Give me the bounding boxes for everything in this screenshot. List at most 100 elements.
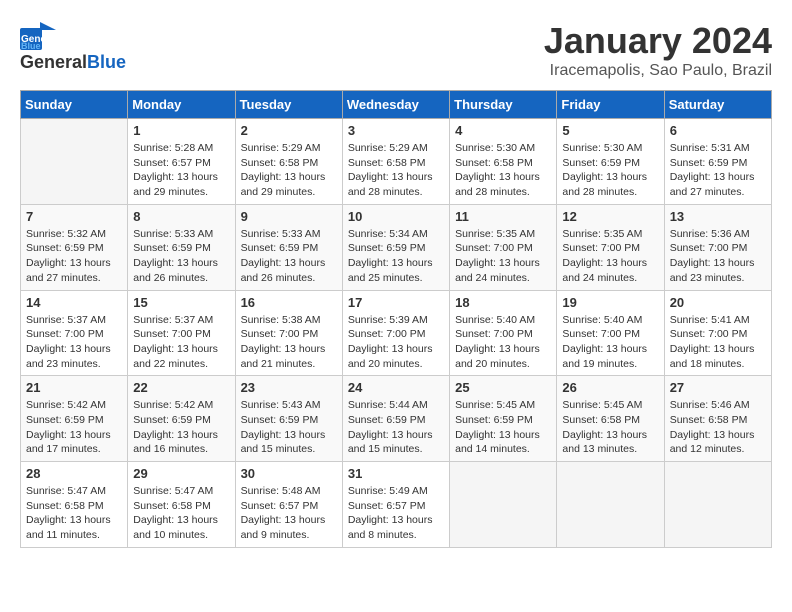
day-info: Sunrise: 5:39 AMSunset: 7:00 PMDaylight:… [348,314,433,370]
day-number: 22 [133,380,229,395]
logo-icon: General Blue [20,20,56,50]
day-info: Sunrise: 5:34 AMSunset: 6:59 PMDaylight:… [348,228,433,284]
day-number: 1 [133,123,229,138]
day-number: 13 [670,209,766,224]
day-number: 19 [562,295,658,310]
weekday-header-thursday: Thursday [450,91,557,119]
day-info: Sunrise: 5:28 AMSunset: 6:57 PMDaylight:… [133,142,218,198]
calendar-cell: 30 Sunrise: 5:48 AMSunset: 6:57 PMDayligh… [235,462,342,548]
day-number: 17 [348,295,444,310]
calendar-cell: 17 Sunrise: 5:39 AMSunset: 7:00 PMDayligh… [342,290,449,376]
calendar-cell: 18 Sunrise: 5:40 AMSunset: 7:00 PMDayligh… [450,290,557,376]
weekday-header-tuesday: Tuesday [235,91,342,119]
day-number: 26 [562,380,658,395]
calendar-cell: 20 Sunrise: 5:41 AMSunset: 7:00 PMDayligh… [664,290,771,376]
day-number: 6 [670,123,766,138]
calendar-cell: 28 Sunrise: 5:47 AMSunset: 6:58 PMDayligh… [21,462,128,548]
calendar-cell: 3 Sunrise: 5:29 AMSunset: 6:58 PMDaylight… [342,119,449,205]
day-info: Sunrise: 5:42 AMSunset: 6:59 PMDaylight:… [133,399,218,455]
day-number: 12 [562,209,658,224]
day-info: Sunrise: 5:43 AMSunset: 6:59 PMDaylight:… [241,399,326,455]
day-number: 7 [26,209,122,224]
day-info: Sunrise: 5:36 AMSunset: 7:00 PMDaylight:… [670,228,755,284]
weekday-header-monday: Monday [128,91,235,119]
day-info: Sunrise: 5:33 AMSunset: 6:59 PMDaylight:… [241,228,326,284]
day-info: Sunrise: 5:48 AMSunset: 6:57 PMDaylight:… [241,485,326,541]
calendar-cell [450,462,557,548]
calendar-cell [557,462,664,548]
day-info: Sunrise: 5:38 AMSunset: 7:00 PMDaylight:… [241,314,326,370]
day-info: Sunrise: 5:35 AMSunset: 7:00 PMDaylight:… [455,228,540,284]
day-number: 29 [133,466,229,481]
svg-text:Blue: Blue [21,41,41,50]
calendar-cell: 9 Sunrise: 5:33 AMSunset: 6:59 PMDaylight… [235,204,342,290]
day-number: 24 [348,380,444,395]
day-info: Sunrise: 5:30 AMSunset: 6:59 PMDaylight:… [562,142,647,198]
day-info: Sunrise: 5:37 AMSunset: 7:00 PMDaylight:… [26,314,111,370]
day-number: 10 [348,209,444,224]
calendar-cell: 27Sunrise: 5:46 AMSunset: 6:58 PMDayligh… [664,376,771,462]
day-info: Sunrise: 5:30 AMSunset: 6:58 PMDaylight:… [455,142,540,198]
day-info: Sunrise: 5:29 AMSunset: 6:58 PMDaylight:… [348,142,433,198]
day-info: Sunrise: 5:45 AMSunset: 6:59 PMDaylight:… [455,399,540,455]
calendar-cell: 23 Sunrise: 5:43 AMSunset: 6:59 PMDayligh… [235,376,342,462]
calendar-cell: 12 Sunrise: 5:35 AMSunset: 7:00 PMDayligh… [557,204,664,290]
calendar-cell: 14Sunrise: 5:37 AMSunset: 7:00 PMDayligh… [21,290,128,376]
day-number: 4 [455,123,551,138]
calendar-table: SundayMondayTuesdayWednesdayThursdayFrid… [20,90,772,548]
day-info: Sunrise: 5:41 AMSunset: 7:00 PMDaylight:… [670,314,755,370]
day-info: Sunrise: 5:44 AMSunset: 6:59 PMDaylight:… [348,399,433,455]
day-number: 30 [241,466,337,481]
calendar-cell: 7Sunrise: 5:32 AMSunset: 6:59 PMDaylight… [21,204,128,290]
day-info: Sunrise: 5:35 AMSunset: 7:00 PMDaylight:… [562,228,647,284]
calendar-cell: 2Sunrise: 5:29 AMSunset: 6:58 PMDaylight… [235,119,342,205]
day-info: Sunrise: 5:40 AMSunset: 7:00 PMDaylight:… [455,314,540,370]
weekday-header-saturday: Saturday [664,91,771,119]
day-info: Sunrise: 5:42 AMSunset: 6:59 PMDaylight:… [26,399,111,455]
day-number: 21 [26,380,122,395]
day-number: 18 [455,295,551,310]
day-info: Sunrise: 5:33 AMSunset: 6:59 PMDaylight:… [133,228,218,284]
calendar-cell: 19 Sunrise: 5:40 AMSunset: 7:00 PMDayligh… [557,290,664,376]
day-number: 28 [26,466,122,481]
title-section: January 2024 Iracemapolis, Sao Paulo, Br… [544,20,772,80]
logo: General Blue General Blue [20,20,126,73]
weekday-header-wednesday: Wednesday [342,91,449,119]
day-number: 25 [455,380,551,395]
day-number: 9 [241,209,337,224]
day-info: Sunrise: 5:47 AMSunset: 6:58 PMDaylight:… [26,485,111,541]
logo-general: General [20,52,87,73]
calendar-cell: 22 Sunrise: 5:42 AMSunset: 6:59 PMDayligh… [128,376,235,462]
day-number: 20 [670,295,766,310]
calendar-cell: 4 Sunrise: 5:30 AMSunset: 6:58 PMDaylight… [450,119,557,205]
day-number: 3 [348,123,444,138]
day-number: 15 [133,295,229,310]
day-info: Sunrise: 5:47 AMSunset: 6:58 PMDaylight:… [133,485,218,541]
calendar-cell [21,119,128,205]
calendar-cell: 8Sunrise: 5:33 AMSunset: 6:59 PMDaylight… [128,204,235,290]
weekday-header-friday: Friday [557,91,664,119]
calendar-cell: 10 Sunrise: 5:34 AMSunset: 6:59 PMDayligh… [342,204,449,290]
day-info: Sunrise: 5:40 AMSunset: 7:00 PMDaylight:… [562,314,647,370]
day-info: Sunrise: 5:49 AMSunset: 6:57 PMDaylight:… [348,485,433,541]
calendar-cell: 24 Sunrise: 5:44 AMSunset: 6:59 PMDayligh… [342,376,449,462]
day-number: 11 [455,209,551,224]
logo-blue: Blue [87,52,126,73]
calendar-cell: 15Sunrise: 5:37 AMSunset: 7:00 PMDayligh… [128,290,235,376]
calendar-cell: 21 Sunrise: 5:42 AMSunset: 6:59 PMDayligh… [21,376,128,462]
day-number: 31 [348,466,444,481]
day-number: 23 [241,380,337,395]
day-number: 16 [241,295,337,310]
calendar-cell: 11 Sunrise: 5:35 AMSunset: 7:00 PMDayligh… [450,204,557,290]
day-number: 5 [562,123,658,138]
location: Iracemapolis, Sao Paulo, Brazil [544,62,772,80]
calendar-cell: 16 Sunrise: 5:38 AMSunset: 7:00 PMDayligh… [235,290,342,376]
calendar-cell: 5 Sunrise: 5:30 AMSunset: 6:59 PMDaylight… [557,119,664,205]
calendar-cell: 13 Sunrise: 5:36 AMSunset: 7:00 PMDayligh… [664,204,771,290]
calendar-cell: 26Sunrise: 5:45 AMSunset: 6:58 PMDayligh… [557,376,664,462]
day-info: Sunrise: 5:46 AMSunset: 6:58 PMDaylight:… [670,399,755,455]
day-info: Sunrise: 5:31 AMSunset: 6:59 PMDaylight:… [670,142,755,198]
page-header: General Blue General Blue January 2024 I… [20,20,772,80]
day-info: Sunrise: 5:29 AMSunset: 6:58 PMDaylight:… [241,142,326,198]
calendar-cell: 31 Sunrise: 5:49 AMSunset: 6:57 PMDayligh… [342,462,449,548]
